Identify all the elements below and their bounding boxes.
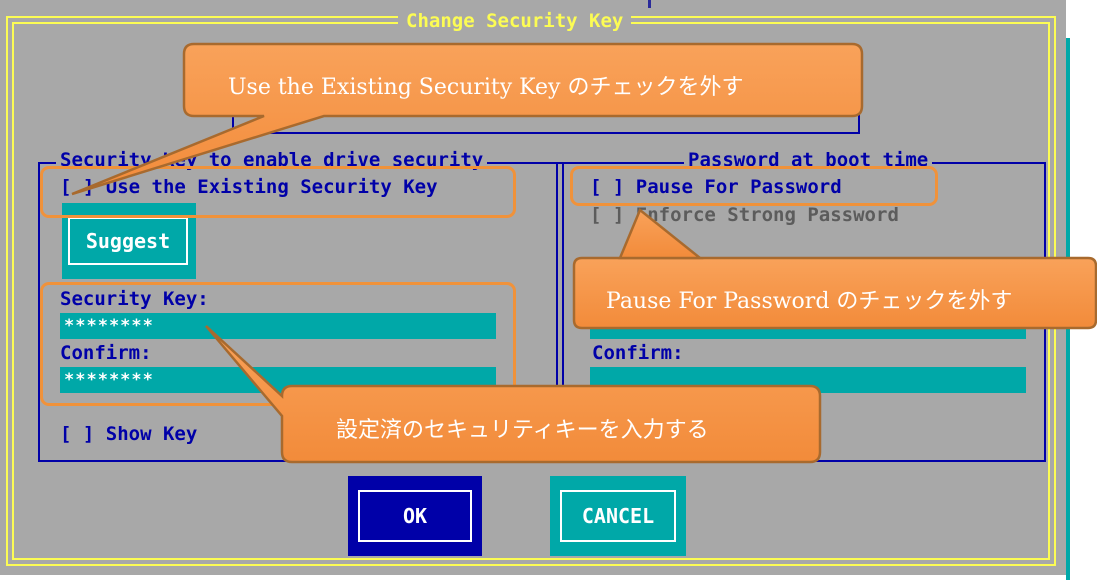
- callout-existing-key-shape: [71, 42, 864, 196]
- callout-pause-password-text: Pause For Password のチェックを外す: [606, 289, 1013, 314]
- callout-existing-key-text: Use the Existing Security Key のチェックを外す: [228, 75, 744, 100]
- callout-enter-key-text: 設定済のセキュリティキーを入力する: [336, 418, 709, 443]
